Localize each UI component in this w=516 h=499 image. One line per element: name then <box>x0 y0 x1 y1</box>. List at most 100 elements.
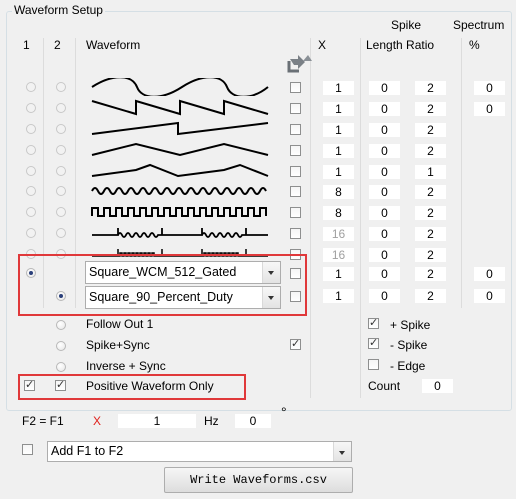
custom-rows-highlight <box>18 254 307 316</box>
out2-radio[interactable] <box>56 124 66 134</box>
spike-length-field[interactable]: 0 <box>368 80 401 96</box>
spectrum-field[interactable]: 0 <box>473 101 506 117</box>
custom2-length-field[interactable]: 0 <box>368 288 401 304</box>
degree-symbol: ° <box>281 404 287 420</box>
x-field[interactable]: 8 <box>322 184 355 200</box>
x-field[interactable]: 1 <box>322 122 355 138</box>
positive-only-highlight <box>18 374 246 400</box>
waveform-checkbox[interactable] <box>290 103 301 114</box>
custom1-ratio-field[interactable]: 2 <box>414 266 447 282</box>
x-field[interactable]: 1 <box>322 164 355 180</box>
spike-sync-checkbox[interactable] <box>290 337 301 351</box>
custom1-x-field[interactable]: 1 <box>322 266 355 282</box>
waveform-checkbox[interactable] <box>290 124 301 135</box>
spike-ratio-field[interactable]: 2 <box>414 80 447 96</box>
recycle-icon[interactable] <box>286 53 312 75</box>
x-field[interactable]: 1 <box>322 101 355 117</box>
waveform-checkbox[interactable] <box>290 228 301 239</box>
spike-ratio-field[interactable]: 2 <box>414 122 447 138</box>
count-field[interactable]: 0 <box>421 378 454 394</box>
waveform-checkbox[interactable] <box>290 145 301 156</box>
modulated-square-icon <box>91 207 267 217</box>
out2-radio[interactable] <box>56 103 66 113</box>
spike-ratio-field[interactable]: 2 <box>414 143 447 159</box>
plus-spike-checkbox[interactable] <box>368 316 379 330</box>
spike-length-field[interactable]: 0 <box>368 164 401 180</box>
spike-sync-radio[interactable] <box>56 341 66 351</box>
burst-icon <box>92 228 268 238</box>
header-col2: 2 <box>54 38 61 52</box>
header-percent: % <box>469 38 480 52</box>
out2-radio[interactable] <box>56 145 66 155</box>
header-waveform: Waveform <box>86 38 141 52</box>
spike-ratio-field[interactable]: 2 <box>414 247 447 263</box>
spectrum-field[interactable]: 0 <box>473 80 506 96</box>
group-title: Waveform Setup <box>12 3 105 17</box>
triangle-wave-icon <box>91 142 269 157</box>
header-spike: Spike <box>391 18 422 32</box>
hz-label: Hz <box>204 414 219 428</box>
x-field[interactable]: 16 <box>322 226 355 242</box>
out1-radio[interactable] <box>26 228 36 238</box>
count-label: Count <box>368 379 401 393</box>
spike-length-field[interactable]: 0 <box>368 122 401 138</box>
spike-ratio-field[interactable]: 1 <box>414 164 447 180</box>
out1-radio[interactable] <box>26 166 36 176</box>
f2-multiplier-field[interactable]: 1 <box>117 413 197 429</box>
triangle-peak-icon <box>91 163 269 178</box>
waveform-checkbox[interactable] <box>290 207 301 218</box>
inverse-sync-label: Inverse + Sync <box>86 359 166 373</box>
out2-radio[interactable] <box>56 207 66 217</box>
sawtooth-down-icon <box>91 99 269 116</box>
waveform-checkbox[interactable] <box>290 82 301 93</box>
custom2-spectrum-field[interactable]: 0 <box>473 288 506 304</box>
chevron-down-icon[interactable] <box>333 442 351 461</box>
separator <box>360 38 361 398</box>
phase-field[interactable]: 0 <box>234 413 272 429</box>
header-x: X <box>318 38 327 52</box>
out1-radio[interactable] <box>26 82 36 92</box>
out2-radio[interactable] <box>56 166 66 176</box>
custom2-ratio-field[interactable]: 2 <box>414 288 447 304</box>
sine-wave-icon <box>91 78 269 96</box>
spike-ratio-field[interactable]: 2 <box>414 226 447 242</box>
multiply-x-label: X <box>93 414 102 428</box>
spike-length-field[interactable]: 0 <box>368 184 401 200</box>
custom2-x-field[interactable]: 1 <box>322 288 355 304</box>
out1-radio[interactable] <box>26 145 36 155</box>
spike-ratio-field[interactable]: 2 <box>414 205 447 221</box>
out1-radio[interactable] <box>26 124 36 134</box>
x-field[interactable]: 8 <box>322 205 355 221</box>
inverse-sync-radio[interactable] <box>56 362 66 372</box>
out2-radio[interactable] <box>56 228 66 238</box>
spike-length-field[interactable]: 0 <box>368 143 401 159</box>
waveform-checkbox[interactable] <box>290 186 301 197</box>
add-f1-to-f2-combo[interactable]: Add F1 to F2 <box>47 441 352 462</box>
add-f1-checkbox[interactable] <box>22 444 33 455</box>
x-field[interactable]: 16 <box>322 247 355 263</box>
out1-radio[interactable] <box>26 103 36 113</box>
out1-radio[interactable] <box>26 186 36 196</box>
spike-ratio-field[interactable]: 2 <box>414 101 447 117</box>
out2-radio[interactable] <box>56 82 66 92</box>
spike-ratio-field[interactable]: 2 <box>414 184 447 200</box>
out2-radio[interactable] <box>56 186 66 196</box>
spike-length-field[interactable]: 0 <box>368 226 401 242</box>
write-waveforms-button[interactable]: Write Waveforms.csv <box>164 467 353 493</box>
header-spectrum: Spectrum <box>453 18 505 32</box>
spike-length-field[interactable]: 0 <box>368 101 401 117</box>
separator <box>310 38 311 398</box>
follow-out1-radio[interactable] <box>56 320 66 330</box>
spike-length-field[interactable]: 0 <box>368 247 401 263</box>
x-field[interactable]: 1 <box>322 80 355 96</box>
custom1-length-field[interactable]: 0 <box>368 266 401 282</box>
spike-sync-label: Spike+Sync <box>86 338 150 352</box>
x-field[interactable]: 1 <box>322 143 355 159</box>
modulated-sine-icon <box>91 187 267 195</box>
minus-spike-checkbox[interactable] <box>368 336 379 350</box>
minus-edge-checkbox[interactable] <box>368 359 379 370</box>
out1-radio[interactable] <box>26 207 36 217</box>
custom1-spectrum-field[interactable]: 0 <box>473 266 506 282</box>
spike-length-field[interactable]: 0 <box>368 205 401 221</box>
waveform-checkbox[interactable] <box>290 166 301 177</box>
